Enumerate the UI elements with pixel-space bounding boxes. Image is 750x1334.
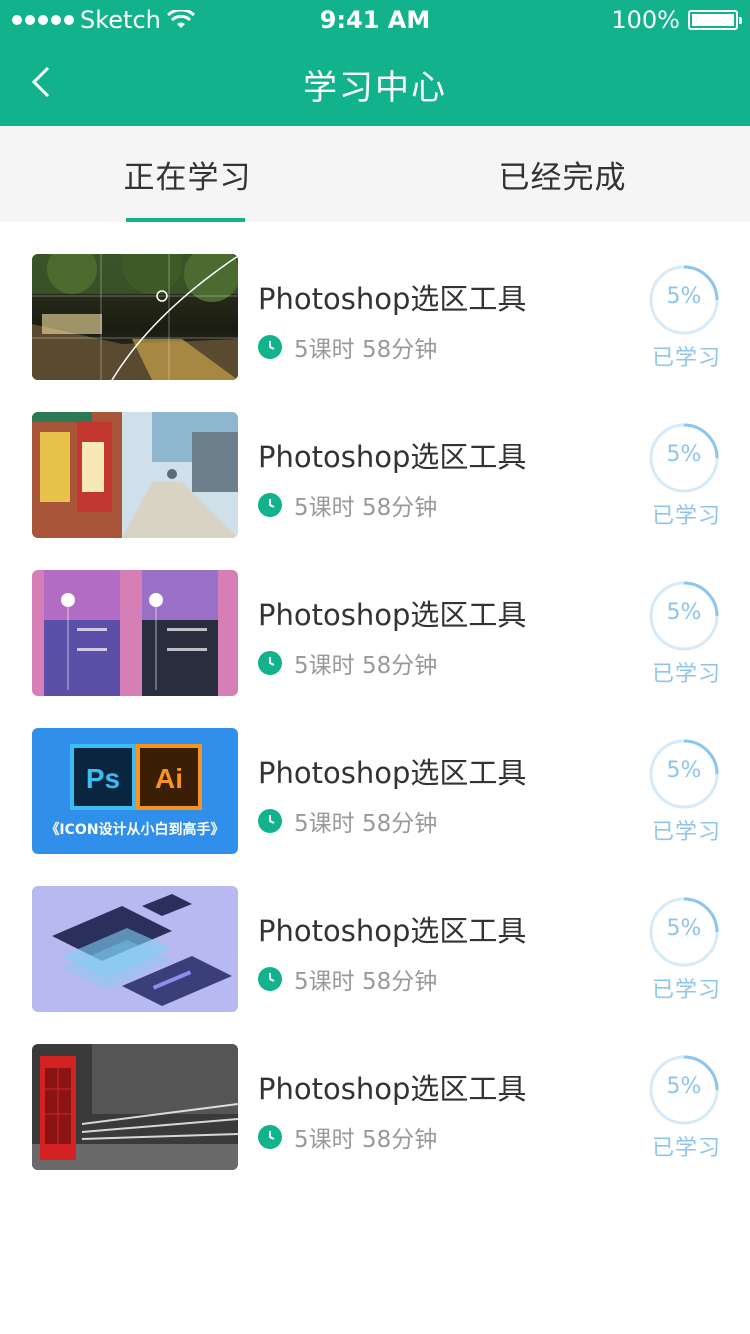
course-meta: 5课时 58分钟 bbox=[258, 962, 437, 996]
battery-percent: 100% bbox=[611, 6, 680, 34]
course-item[interactable]: Photoshop选区工具 5课时 58分钟 5% 已学习 bbox=[0, 854, 750, 1012]
battery-icon bbox=[688, 10, 742, 30]
learned-status: 已学习 bbox=[652, 504, 722, 529]
course-meta: 5课时 58分钟 bbox=[258, 646, 437, 680]
clock-icon bbox=[258, 809, 282, 833]
course-meta: 5课时 58分钟 bbox=[258, 804, 437, 838]
course-title: Photoshop选区工具 bbox=[258, 598, 527, 632]
course-item[interactable]: Ps Ai 《ICON设计从小白到高手》 Photoshop选区工具 5课时 5… bbox=[0, 696, 750, 854]
course-duration: 5课时 58分钟 bbox=[294, 653, 438, 679]
course-thumbnail: Ps Ai 《ICON设计从小白到高手》 bbox=[32, 728, 238, 854]
course-list: Photoshop选区工具 5课时 58分钟 5% 已学习 Photoshop选… bbox=[0, 222, 750, 1170]
learned-status: 已学习 bbox=[652, 820, 722, 845]
learned-status: 已学习 bbox=[652, 346, 722, 371]
course-item[interactable]: Photoshop选区工具 5课时 58分钟 5% 已学习 bbox=[0, 222, 750, 380]
clock-icon bbox=[258, 1125, 282, 1149]
clock-icon bbox=[258, 335, 282, 359]
course-thumbnail bbox=[32, 570, 238, 696]
progress-percent: 5% bbox=[666, 442, 702, 467]
page-title: 学习中心 bbox=[303, 68, 447, 108]
progress-percent: 5% bbox=[666, 916, 702, 941]
banner-text: 《ICON设计从小白到高手》 bbox=[45, 821, 224, 838]
course-thumbnail bbox=[32, 1044, 238, 1170]
course-duration: 5课时 58分钟 bbox=[294, 969, 438, 995]
course-item[interactable]: Photoshop选区工具 5课时 58分钟 5% 已学习 bbox=[0, 538, 750, 696]
course-duration: 5课时 58分钟 bbox=[294, 337, 438, 363]
course-title: Photoshop选区工具 bbox=[258, 756, 527, 790]
course-thumbnail bbox=[32, 886, 238, 1012]
course-duration: 5课时 58分钟 bbox=[294, 1127, 438, 1153]
course-title: Photoshop选区工具 bbox=[258, 1072, 527, 1106]
learned-status: 已学习 bbox=[652, 978, 722, 1003]
tab-completed[interactable]: 已经完成 bbox=[375, 126, 750, 222]
clock-icon bbox=[258, 967, 282, 991]
status-bar: Sketch 9:41 AM 100% bbox=[0, 0, 750, 40]
status-right: 100% bbox=[611, 6, 742, 34]
course-title: Photoshop选区工具 bbox=[258, 914, 527, 948]
ai-logo-text: Ai bbox=[155, 763, 183, 794]
nav-bar: 学习中心 bbox=[0, 40, 750, 126]
tab-bar: 正在学习 已经完成 bbox=[0, 126, 750, 222]
progress-percent: 5% bbox=[666, 1074, 702, 1099]
course-thumbnail bbox=[32, 254, 238, 380]
progress-percent: 5% bbox=[666, 284, 702, 309]
progress-percent: 5% bbox=[666, 600, 702, 625]
course-meta: 5课时 58分钟 bbox=[258, 488, 437, 522]
course-thumbnail bbox=[32, 412, 238, 538]
course-title: Photoshop选区工具 bbox=[258, 440, 527, 474]
course-item[interactable]: Photoshop选区工具 5课时 58分钟 5% 已学习 bbox=[0, 1012, 750, 1170]
learned-status: 已学习 bbox=[652, 662, 722, 687]
learned-status: 已学习 bbox=[652, 1136, 722, 1161]
clock-icon bbox=[258, 651, 282, 675]
course-meta: 5课时 58分钟 bbox=[258, 1120, 437, 1154]
course-title: Photoshop选区工具 bbox=[258, 282, 527, 316]
course-meta: 5课时 58分钟 bbox=[258, 330, 437, 364]
progress-percent: 5% bbox=[666, 758, 702, 783]
course-duration: 5课时 58分钟 bbox=[294, 495, 438, 521]
course-item[interactable]: Photoshop选区工具 5课时 58分钟 5% 已学习 bbox=[0, 380, 750, 538]
clock-icon bbox=[258, 493, 282, 517]
tab-in-progress[interactable]: 正在学习 bbox=[0, 126, 375, 222]
course-duration: 5课时 58分钟 bbox=[294, 811, 438, 837]
ps-logo-text: Ps bbox=[86, 763, 120, 794]
app-header: Sketch 9:41 AM 100% 学习中心 bbox=[0, 0, 750, 126]
